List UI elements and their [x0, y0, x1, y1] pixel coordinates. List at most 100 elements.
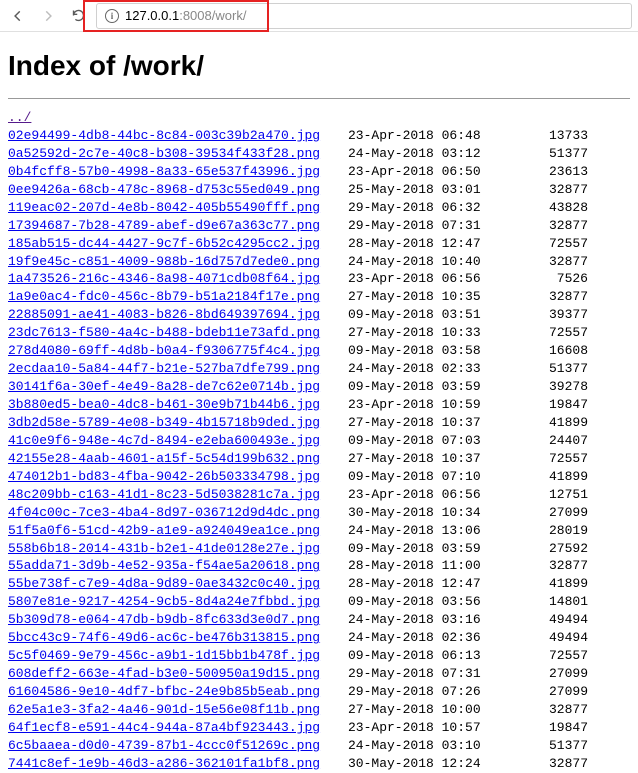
file-row: 19f9e45c-c851-4009-988b-16d757d7ede0.png… [8, 253, 630, 271]
directory-listing: ../ 02e94499-4db8-44bc-8c84-003c39b2a470… [8, 109, 630, 773]
file-mtime: 27-May-2018 10:35 [348, 288, 518, 306]
file-mtime: 23-Apr-2018 06:56 [348, 486, 518, 504]
file-size: 32877 [518, 217, 588, 235]
file-link[interactable]: 0b4fcff8-57b0-4998-8a33-65e537f43996.jpg [8, 164, 320, 179]
file-row: 6c5baaea-d0d0-4739-87b1-4ccc0f51269c.png… [8, 737, 630, 755]
file-mtime: 25-May-2018 03:01 [348, 181, 518, 199]
file-mtime: 09-May-2018 06:13 [348, 647, 518, 665]
file-size: 72557 [518, 324, 588, 342]
file-mtime: 23-Apr-2018 06:56 [348, 270, 518, 288]
file-mtime: 09-May-2018 07:10 [348, 468, 518, 486]
file-mtime: 29-May-2018 07:26 [348, 683, 518, 701]
file-link[interactable]: 51f5a0f6-51cd-42b9-a1e9-a924049ea1ce.png [8, 523, 320, 538]
file-row: 4f04c00c-7ce3-4ba4-8d97-036712d9d4dc.png… [8, 504, 630, 522]
file-size: 72557 [518, 647, 588, 665]
file-row: 558b6b18-2014-431b-b2e1-41de0128e27e.jpg… [8, 540, 630, 558]
file-size: 39278 [518, 378, 588, 396]
file-link[interactable]: 3db2d58e-5789-4e08-b349-4b15718b9ded.jpg [8, 415, 320, 430]
file-size: 32877 [518, 253, 588, 271]
file-link[interactable]: 185ab515-dc44-4427-9c7f-6b52c4295cc2.jpg [8, 236, 320, 251]
file-mtime: 09-May-2018 03:59 [348, 378, 518, 396]
file-size: 23613 [518, 163, 588, 181]
file-size: 13733 [518, 127, 588, 145]
file-link[interactable]: 17394687-7b28-4789-abef-d9e67a363c77.png [8, 218, 320, 233]
file-link[interactable]: 55be738f-c7e9-4d8a-9d89-0ae3432c0c40.jpg [8, 576, 320, 591]
file-size: 32877 [518, 181, 588, 199]
file-size: 51377 [518, 360, 588, 378]
back-button[interactable] [6, 4, 30, 28]
file-row: 62e5a1e3-3fa2-4a46-901d-15e56e08f11b.png… [8, 701, 630, 719]
file-mtime: 09-May-2018 03:58 [348, 342, 518, 360]
file-row: 55be738f-c7e9-4d8a-9d89-0ae3432c0c40.jpg… [8, 575, 630, 593]
file-link[interactable]: 5b309d78-e064-47db-b9db-8fc633d3e0d7.png [8, 612, 320, 627]
file-size: 39377 [518, 306, 588, 324]
url-display: 127.0.0.1:8008/work/ [125, 8, 246, 23]
file-link[interactable]: 558b6b18-2014-431b-b2e1-41de0128e27e.jpg [8, 541, 320, 556]
file-link[interactable]: 30141f6a-30ef-4e49-8a28-de7c62e0714b.jpg [8, 379, 320, 394]
reload-button[interactable] [66, 4, 90, 28]
file-row: 7441c8ef-1e9b-46d3-a286-362101fa1bf8.png… [8, 755, 630, 773]
file-mtime: 24-May-2018 03:10 [348, 737, 518, 755]
file-link[interactable]: 48c209bb-c163-41d1-8c23-5d5038281c7a.jpg [8, 487, 320, 502]
file-row: 3b880ed5-bea0-4dc8-b461-30e9b71b44b6.jpg… [8, 396, 630, 414]
file-link[interactable]: 1a9e0ac4-fdc0-456c-8b79-b51a2184f17e.png [8, 289, 320, 304]
file-size: 19847 [518, 396, 588, 414]
file-link[interactable]: 64f1ecf8-e591-44c4-944a-87a4bf923443.jpg [8, 720, 320, 735]
file-row: 185ab515-dc44-4427-9c7f-6b52c4295cc2.jpg… [8, 235, 630, 253]
file-row: 48c209bb-c163-41d1-8c23-5d5038281c7a.jpg… [8, 486, 630, 504]
file-link[interactable]: 278d4080-69ff-4d8b-b0a4-f9306775f4c4.jpg [8, 343, 320, 358]
forward-button[interactable] [36, 4, 60, 28]
file-mtime: 24-May-2018 02:36 [348, 629, 518, 647]
file-link[interactable]: 42155e28-4aab-4601-a15f-5c54d199b632.png [8, 451, 320, 466]
file-link[interactable]: 1a473526-216c-4346-8a98-4071cdb08f64.jpg [8, 271, 320, 286]
file-link[interactable]: 608deff2-663e-4fad-b3e0-500950a19d15.png [8, 666, 320, 681]
file-link[interactable]: 7441c8ef-1e9b-46d3-a286-362101fa1bf8.png [8, 756, 320, 771]
file-row: 1a9e0ac4-fdc0-456c-8b79-b51a2184f17e.png… [8, 288, 630, 306]
file-link[interactable]: 5bcc43c9-74f6-49d6-ac6c-be476b313815.png [8, 630, 320, 645]
file-row: 5807e81e-9217-4254-9cb5-8d4a24e7fbbd.jpg… [8, 593, 630, 611]
file-mtime: 29-May-2018 07:31 [348, 217, 518, 235]
file-link[interactable]: 62e5a1e3-3fa2-4a46-901d-15e56e08f11b.png [8, 702, 320, 717]
site-info-icon[interactable]: i [105, 9, 119, 23]
file-mtime: 24-May-2018 03:12 [348, 145, 518, 163]
address-bar[interactable]: i 127.0.0.1:8008/work/ [96, 3, 632, 29]
file-link[interactable]: 0a52592d-2c7e-40c8-b308-39534f433f28.png [8, 146, 320, 161]
file-link[interactable]: 6c5baaea-d0d0-4739-87b1-4ccc0f51269c.png [8, 738, 320, 753]
file-mtime: 24-May-2018 10:40 [348, 253, 518, 271]
file-link[interactable]: 474012b1-bd83-4fba-9042-26b503334798.jpg [8, 469, 320, 484]
file-size: 51377 [518, 737, 588, 755]
file-link[interactable]: 2ecdaa10-5a84-44f7-b21e-527ba7dfe799.png [8, 361, 320, 376]
file-size: 12751 [518, 486, 588, 504]
file-row: 23dc7613-f580-4a4c-b488-bdeb11e73afd.png… [8, 324, 630, 342]
file-link[interactable]: 02e94499-4db8-44bc-8c84-003c39b2a470.jpg [8, 128, 320, 143]
file-row: 5bcc43c9-74f6-49d6-ac6c-be476b313815.png… [8, 629, 630, 647]
file-link[interactable]: 55adda71-3d9b-4e52-935a-f54ae5a20618.png [8, 558, 320, 573]
parent-dir-link[interactable]: ../ [8, 110, 31, 125]
file-row: 0a52592d-2c7e-40c8-b308-39534f433f28.png… [8, 145, 630, 163]
file-size: 24407 [518, 432, 588, 450]
file-row: 119eac02-207d-4e8b-8042-405b55490fff.png… [8, 199, 630, 217]
file-size: 27592 [518, 540, 588, 558]
file-mtime: 24-May-2018 02:33 [348, 360, 518, 378]
file-link[interactable]: 23dc7613-f580-4a4c-b488-bdeb11e73afd.png [8, 325, 320, 340]
page-title: Index of /work/ [8, 50, 630, 82]
file-link[interactable]: 119eac02-207d-4e8b-8042-405b55490fff.png [8, 200, 320, 215]
file-link[interactable]: 19f9e45c-c851-4009-988b-16d757d7ede0.png [8, 254, 320, 269]
file-link[interactable]: 5807e81e-9217-4254-9cb5-8d4a24e7fbbd.jpg [8, 594, 320, 609]
file-link[interactable]: 61604586-9e10-4df7-bfbc-24e9b85b5eab.png [8, 684, 320, 699]
file-size: 27099 [518, 665, 588, 683]
file-mtime: 23-Apr-2018 10:57 [348, 719, 518, 737]
file-link[interactable]: 41c0e9f6-948e-4c7d-8494-e2eba600493e.jpg [8, 433, 320, 448]
file-link[interactable]: 5c5f0469-9e79-456c-a9b1-1d15bb1b478f.jpg [8, 648, 320, 663]
file-mtime: 24-May-2018 03:16 [348, 611, 518, 629]
file-link[interactable]: 3b880ed5-bea0-4dc8-b461-30e9b71b44b6.jpg [8, 397, 320, 412]
file-link[interactable]: 22885091-ae41-4083-b826-8bd649397694.jpg [8, 307, 320, 322]
file-size: 32877 [518, 701, 588, 719]
file-mtime: 23-Apr-2018 06:48 [348, 127, 518, 145]
file-row: 5c5f0469-9e79-456c-a9b1-1d15bb1b478f.jpg… [8, 647, 630, 665]
file-link[interactable]: 4f04c00c-7ce3-4ba4-8d97-036712d9d4dc.png [8, 505, 320, 520]
file-mtime: 30-May-2018 12:24 [348, 755, 518, 773]
file-link[interactable]: 0ee9426a-68cb-478c-8968-d753c55ed049.png [8, 182, 320, 197]
file-mtime: 09-May-2018 07:03 [348, 432, 518, 450]
file-mtime: 29-May-2018 06:32 [348, 199, 518, 217]
